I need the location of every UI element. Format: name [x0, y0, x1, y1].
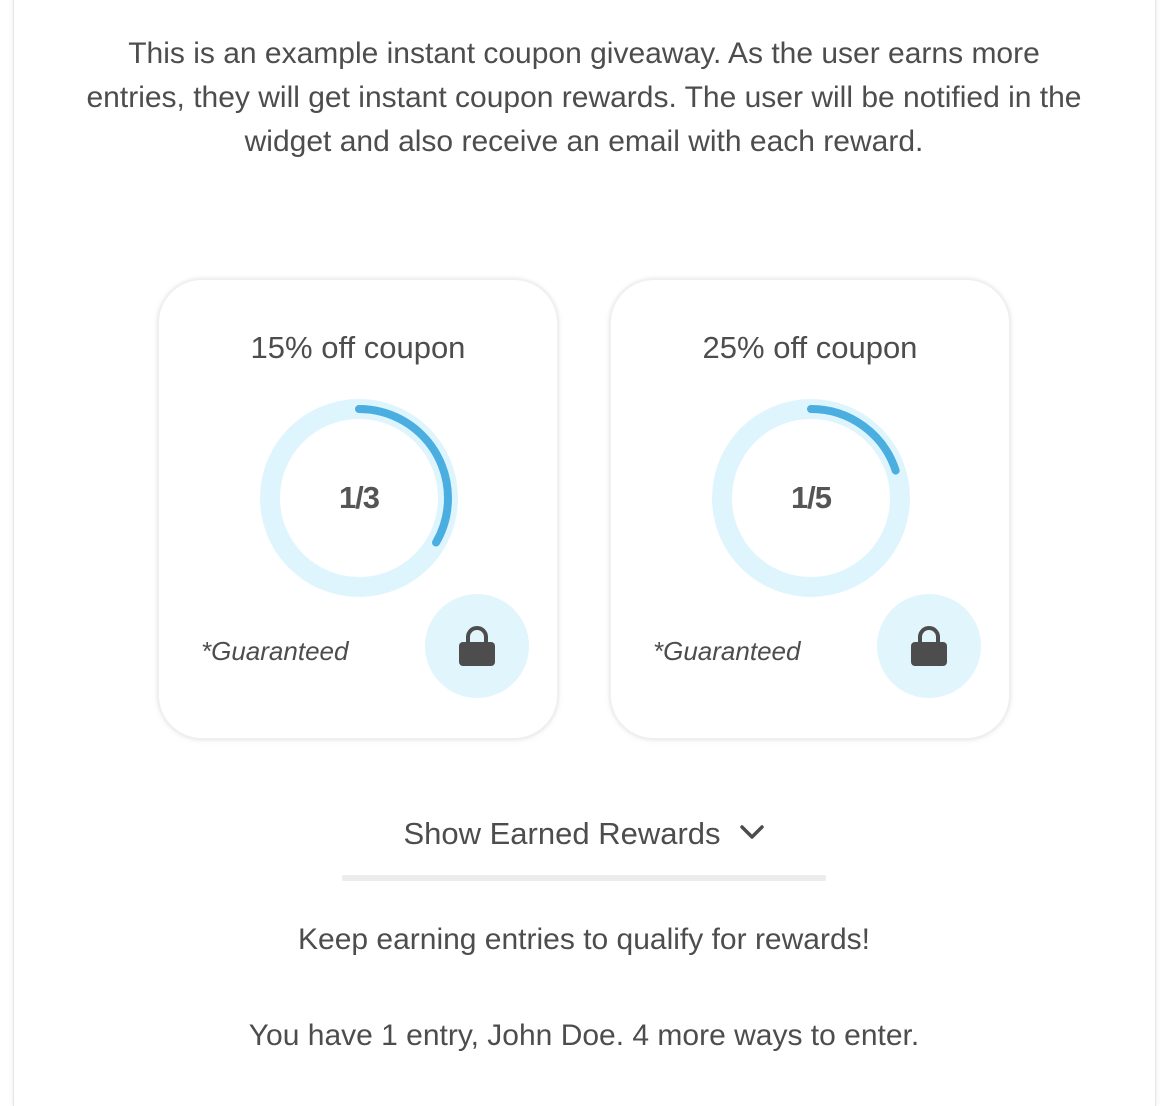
progress-count: 1/5	[790, 480, 832, 515]
lock-button[interactable]	[877, 594, 981, 698]
progress-ring: 1/3	[257, 396, 461, 600]
progress-count: 1/3	[338, 480, 380, 515]
reward-title: 15% off coupon	[250, 330, 466, 365]
entries-status: You have 1 entry, John Doe. 4 more ways …	[248, 1019, 920, 1052]
guaranteed-label: *Guaranteed	[201, 636, 349, 666]
reward-card: 25% off coupon 1/5 *Guaranteed	[610, 279, 1010, 739]
lock-icon	[911, 626, 947, 666]
chevron-down-icon	[739, 824, 765, 845]
intro-text: This is an example instant coupon giveaw…	[86, 37, 1082, 158]
lock-button[interactable]	[425, 594, 529, 698]
reward-card: 15% off coupon 1/3 *Guaranteed	[158, 279, 558, 739]
guaranteed-label: *Guaranteed	[653, 636, 801, 666]
show-earned-rewards-label: Show Earned Rewards	[403, 816, 721, 851]
progress-ring: 1/5	[709, 396, 913, 600]
keep-earning-message: Keep earning entries to qualify for rewa…	[298, 923, 870, 956]
lock-icon	[459, 626, 495, 666]
reward-title: 25% off coupon	[702, 330, 918, 365]
show-earned-rewards-toggle[interactable]: Show Earned Rewards	[342, 808, 826, 860]
divider	[342, 875, 826, 881]
